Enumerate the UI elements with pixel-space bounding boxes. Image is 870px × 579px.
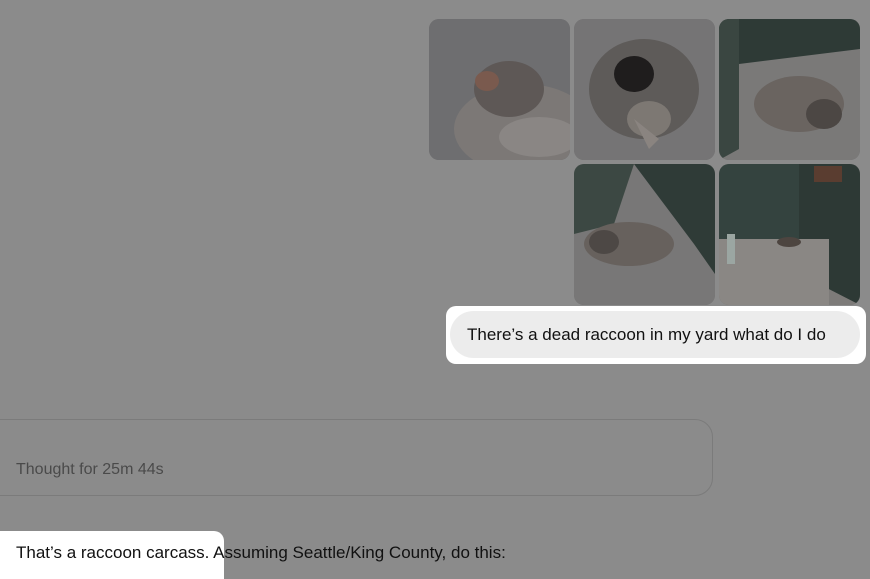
thought-panel[interactable]: [0, 419, 713, 496]
assistant-reply-line: That’s a raccoon carcass. Assuming Seatt…: [16, 543, 506, 563]
raccoon-by-wall-image: [719, 19, 860, 160]
attachment-photo-5[interactable]: [719, 164, 860, 305]
attachment-photo-4[interactable]: [574, 164, 715, 305]
user-message-bubble: There’s a dead raccoon in my yard what d…: [450, 311, 860, 358]
assistant-reply-text: Assuming Seattle/King County, do this:: [209, 543, 506, 562]
user-message-text: There’s a dead raccoon in my yard what d…: [467, 324, 826, 344]
attachment-photo-1[interactable]: [429, 19, 570, 160]
chat-page: There’s a dead raccoon in my yard what d…: [0, 0, 870, 579]
raccoon-corner-image: [574, 164, 715, 305]
yard-wide-image: [719, 164, 860, 305]
attachment-photo-3[interactable]: [719, 19, 860, 160]
raccoon-fur-image: [429, 19, 570, 160]
attachment-photo-2[interactable]: [574, 19, 715, 160]
thought-duration-label[interactable]: Thought for 25m 44s: [16, 461, 164, 479]
raccoon-curled-image: [574, 19, 715, 160]
assistant-reply-highlighted-text: That’s a raccoon carcass.: [16, 543, 210, 562]
